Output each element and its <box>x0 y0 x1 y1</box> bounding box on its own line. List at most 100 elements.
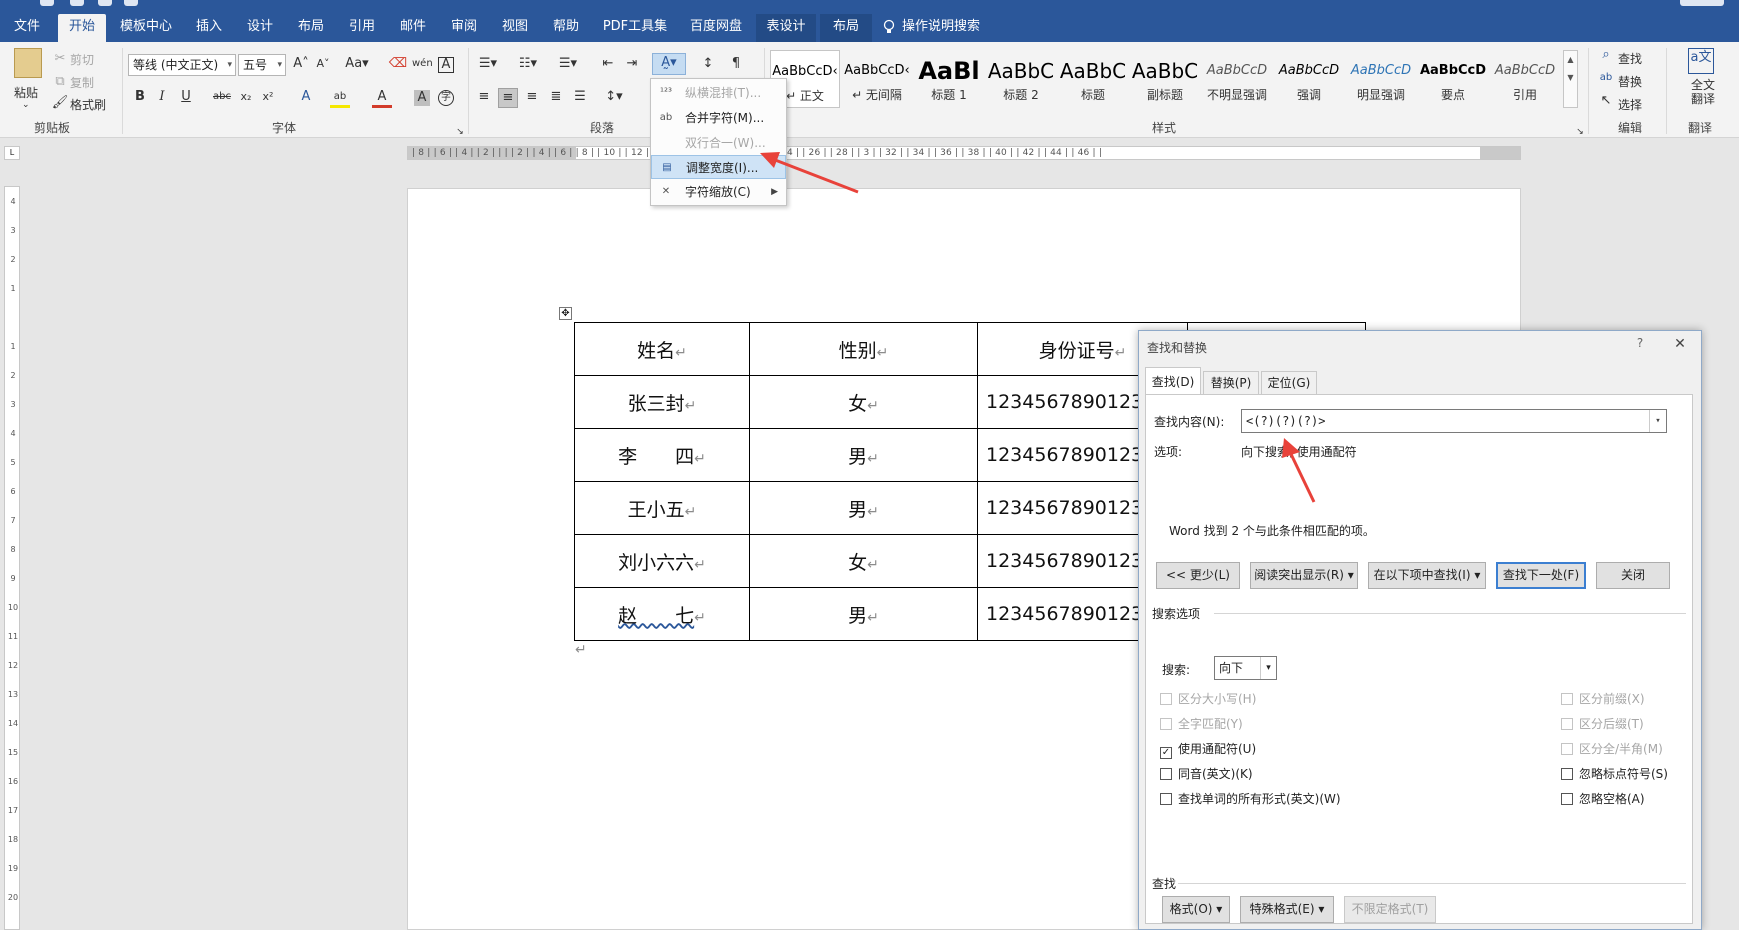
special-button[interactable]: 特殊格式(E) ▾ <box>1240 896 1334 923</box>
table-cell[interactable]: 李 四↵ <box>574 428 750 482</box>
superscript-icon[interactable]: x² <box>258 88 278 108</box>
menu-item-vertical-text[interactable]: ¹²³ 纵横混排(T)... <box>651 81 786 105</box>
tab-find[interactable]: 查找(D) <box>1145 367 1201 395</box>
style-intense-emphasis[interactable]: AaBbCcD 明显强调 <box>1346 50 1416 108</box>
style-heading-1[interactable]: AaBl 标题 1 <box>914 50 984 108</box>
checkbox-sounds-like[interactable]: 同音(英文)(K) <box>1160 766 1253 782</box>
styles-gallery-scroll[interactable]: ▲ ▼ <box>1563 50 1578 108</box>
tab-pdf-tools[interactable]: PDF工具集 <box>596 14 674 42</box>
numbering-icon[interactable]: ☷▾ <box>514 55 542 75</box>
find-what-input[interactable]: <(?)(?)(?)> ▾ <box>1241 409 1667 433</box>
style-heading-2[interactable]: AaBbC 标题 2 <box>986 50 1056 108</box>
underline-icon[interactable]: U <box>176 88 196 108</box>
table-cell[interactable]: 女↵ <box>749 375 978 429</box>
distributed-icon[interactable]: ☰ <box>570 88 590 108</box>
font-color-icon[interactable]: A <box>372 88 392 108</box>
paste-icon[interactable] <box>14 48 42 78</box>
asian-layout-icon[interactable]: A̰▾ <box>652 53 686 75</box>
table-cell[interactable]: 男↵ <box>749 428 978 482</box>
checkbox-whole-word[interactable]: 全字匹配(Y) <box>1160 716 1243 732</box>
find-next-button[interactable]: 查找下一处(F) <box>1496 562 1586 589</box>
checkbox-ignore-punctuation[interactable]: 忽略标点符号(S) <box>1561 766 1668 782</box>
bold-icon[interactable]: B <box>130 88 150 108</box>
bullets-icon[interactable]: ☰▾ <box>474 55 502 75</box>
checkbox-match-width[interactable]: 区分全/半角(M) <box>1561 741 1663 757</box>
table-cell[interactable]: 赵 七↵ <box>574 587 750 641</box>
change-case-icon[interactable]: Aa▾ <box>343 55 371 75</box>
checkbox-use-wildcards[interactable]: ✓ 使用通配符(U) <box>1160 741 1256 759</box>
tab-insert[interactable]: 插入 <box>187 14 231 42</box>
table-cell[interactable]: 性别↵ <box>749 322 978 376</box>
tell-me-search[interactable]: 操作说明搜索 <box>902 14 1012 42</box>
table-cell[interactable]: 张三封↵ <box>574 375 750 429</box>
grow-font-icon[interactable]: A˄ <box>291 55 311 75</box>
table-cell[interactable]: 男↵ <box>749 481 978 535</box>
highlight-icon[interactable]: ab <box>330 88 350 108</box>
line-spacing-icon[interactable]: ↕▾ <box>600 88 628 108</box>
justify-icon[interactable]: ≣ <box>546 88 566 108</box>
vertical-ruler[interactable]: 4 3 2 1 1 2 3 4 5 6 7 8 9 10 11 12 13 14… <box>4 186 20 930</box>
font-size-combo[interactable]: 五号 ▾ <box>238 54 286 76</box>
text-effects-icon[interactable]: A <box>296 88 316 108</box>
window-controls[interactable] <box>1680 0 1724 6</box>
font-name-combo[interactable]: 等线 (中文正文) ▾ <box>128 54 236 76</box>
horizontal-ruler[interactable]: | 8 | | 6 | | 4 | | 2 | | | | 2 | | 4 | … <box>407 146 1521 160</box>
checkbox-match-case[interactable]: 区分大小写(H) <box>1160 691 1256 707</box>
subscript-icon[interactable]: x₂ <box>236 88 256 108</box>
checkbox-match-prefix[interactable]: 区分前缀(X) <box>1561 691 1645 707</box>
style-title[interactable]: AaBbC 标题 <box>1058 50 1128 108</box>
replace-button[interactable]: 替换 <box>1618 73 1642 90</box>
close-button[interactable]: 关闭 <box>1596 562 1670 589</box>
paste-dropdown-icon[interactable]: ⌄ <box>22 100 30 110</box>
cut-button[interactable]: 剪切 <box>70 51 94 68</box>
show-marks-icon[interactable]: ¶ <box>726 55 746 75</box>
paste-label[interactable]: 粘贴 <box>14 84 38 101</box>
shrink-font-icon[interactable]: A˅ <box>313 55 333 75</box>
checkbox-ignore-spaces[interactable]: 忽略空格(A) <box>1561 791 1645 807</box>
select-button[interactable]: 选择 <box>1618 96 1642 113</box>
multilevel-list-icon[interactable]: ☰▾ <box>554 55 582 75</box>
checkbox-match-suffix[interactable]: 区分后缀(T) <box>1561 716 1644 732</box>
find-in-button[interactable]: 在以下项中查找(I) ▾ <box>1368 562 1486 589</box>
tab-home[interactable]: 开始 <box>58 14 106 42</box>
style-no-spacing[interactable]: AaBbCcD‹ ↵ 无间隔 <box>842 50 912 108</box>
tab-table-design[interactable]: 表设计 <box>756 14 816 42</box>
phonetic-guide-icon[interactable]: wén <box>412 55 433 75</box>
decrease-indent-icon[interactable]: ⇤ <box>598 55 618 75</box>
close-icon[interactable]: ✕ <box>1671 335 1689 353</box>
align-center-icon[interactable]: ≡ <box>498 88 518 108</box>
table-cell[interactable]: 女↵ <box>749 534 978 588</box>
align-right-icon[interactable]: ≡ <box>522 88 542 108</box>
table-cell[interactable]: 男↵ <box>749 587 978 641</box>
copy-button[interactable]: 复制 <box>70 74 94 91</box>
table-cell[interactable]: 刘小六六↵ <box>574 534 750 588</box>
help-icon[interactable]: ? <box>1632 336 1648 352</box>
strikethrough-icon[interactable]: abc <box>212 88 232 108</box>
format-painter-button[interactable]: 格式刷 <box>70 96 106 113</box>
tab-help[interactable]: 帮助 <box>544 14 588 42</box>
tab-baidu-netdisk[interactable]: 百度网盘 <box>682 14 750 42</box>
tab-review[interactable]: 审阅 <box>442 14 486 42</box>
style-subtitle[interactable]: AaBbC 副标题 <box>1130 50 1200 108</box>
no-formatting-button[interactable]: 不限定格式(T) <box>1344 896 1436 923</box>
style-strong[interactable]: AaBbCcD 要点 <box>1418 50 1488 108</box>
reading-highlight-button[interactable]: 阅读突出显示(R) ▾ <box>1250 562 1358 589</box>
checkbox-all-word-forms[interactable]: 查找单词的所有形式(英文)(W) <box>1160 791 1341 807</box>
redo-icon[interactable] <box>98 0 112 6</box>
align-left-icon[interactable]: ≡ <box>474 88 494 108</box>
enclose-circle-icon[interactable]: 字 <box>438 90 454 106</box>
save-icon[interactable] <box>40 0 54 6</box>
print-preview-icon[interactable] <box>124 0 138 6</box>
increase-indent-icon[interactable]: ⇥ <box>622 55 642 75</box>
tab-view[interactable]: 视图 <box>493 14 537 42</box>
table-cell[interactable]: 王小五↵ <box>574 481 750 535</box>
tab-selector[interactable]: L <box>4 146 20 160</box>
format-button[interactable]: 格式(O) ▾ <box>1162 896 1230 923</box>
style-emphasis[interactable]: AaBbCcD 强调 <box>1274 50 1344 108</box>
char-shading-icon[interactable]: A <box>414 90 430 106</box>
style-subtle-emphasis[interactable]: AaBbCcD 不明显强调 <box>1202 50 1272 108</box>
tab-replace[interactable]: 替换(P) <box>1203 371 1259 395</box>
table-move-handle-icon[interactable]: ✥ <box>559 307 572 320</box>
enclose-char-icon[interactable]: A <box>438 57 454 73</box>
table-cell[interactable]: 姓名↵ <box>574 322 750 376</box>
